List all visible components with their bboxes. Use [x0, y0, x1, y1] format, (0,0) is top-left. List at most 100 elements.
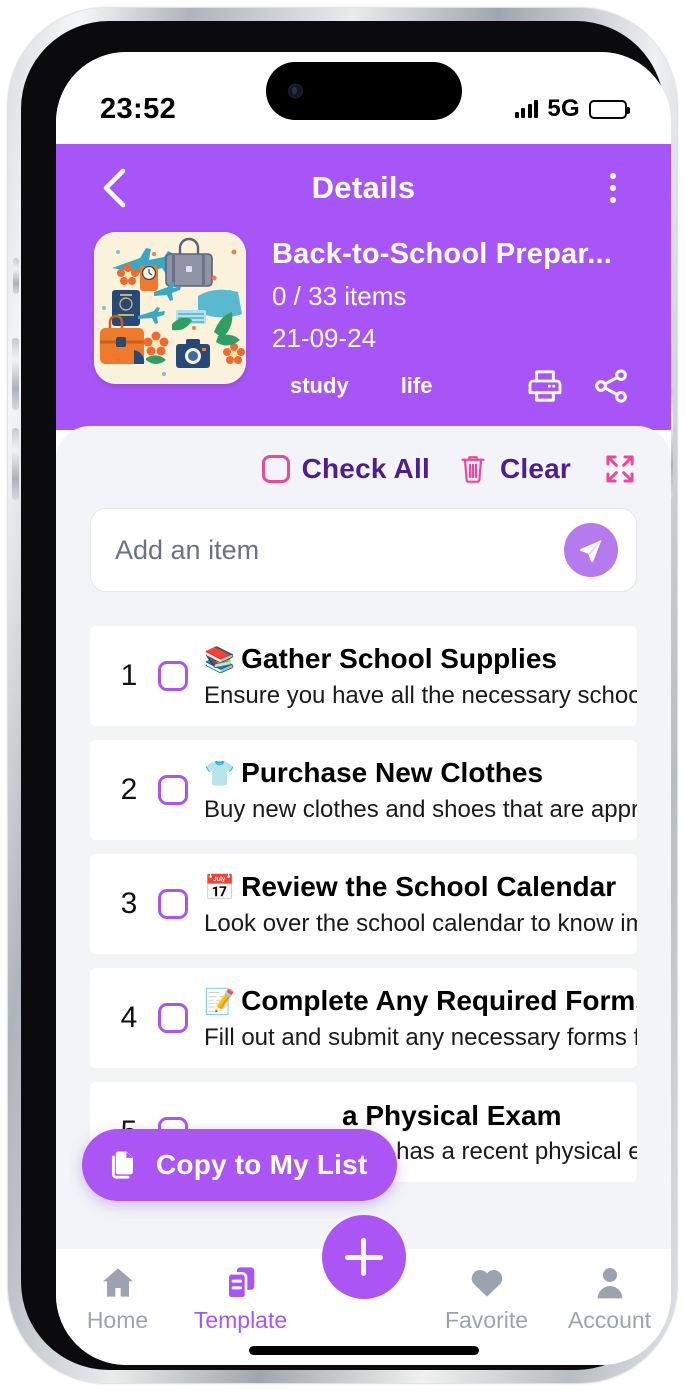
app-root: Details Back-to-School Prepar... 0 / 33 … [56, 144, 671, 1365]
checklist: 1 📚 Gather School Supplies Ensure you hav… [56, 626, 671, 1182]
item-title: 📅 Review the School Calendar [204, 871, 616, 902]
page-title: Details [311, 170, 416, 205]
tab-favorite[interactable]: Favorite [425, 1263, 548, 1334]
copy-to-my-list-button[interactable]: Copy to My List [82, 1129, 398, 1201]
tab-template-label: Template [193, 1307, 288, 1333]
item-description: Ensure you have all the necessary school… [204, 681, 637, 709]
template-meta: Back-to-School Prepar... 0 / 33 items 21… [272, 232, 633, 406]
template-actions [525, 366, 633, 406]
template-summary: Back-to-School Prepar... 0 / 33 items 21… [56, 232, 671, 406]
heart-icon [471, 1270, 502, 1297]
screenshot-stage: 23:52 5G Details Back-to-School Prepar..… [0, 0, 685, 1391]
item-content: 👕 Purchase New Clothes Buy new clothes an… [204, 755, 637, 824]
item-title: 📝 Complete Any Required Forms [204, 985, 637, 1016]
list-item[interactable]: 3 📅 Review the School Calendar Look over … [90, 854, 637, 954]
tshirt-emoji-icon: 👕 [204, 760, 236, 789]
front-camera-icon [287, 83, 303, 99]
back-button[interactable] [94, 168, 134, 208]
books-emoji-icon: 📚 [204, 646, 236, 675]
network-label: 5G [547, 95, 580, 122]
more-vertical-icon[interactable] [593, 166, 633, 210]
tab-home[interactable]: Home [56, 1263, 179, 1334]
item-content: 📅 Review the School Calendar Look over th… [204, 869, 637, 938]
item-checkbox[interactable] [158, 775, 188, 805]
item-number: 4 [120, 1001, 138, 1034]
template-item-count: 0 / 33 items [272, 281, 407, 311]
clear-button[interactable]: Clear [458, 453, 571, 485]
check-all-label: Check All [301, 453, 430, 484]
item-title: 👕 Purchase New Clothes [204, 757, 543, 788]
checkbox-empty-icon [261, 455, 290, 483]
volume-down-button[interactable] [12, 428, 19, 500]
trash-icon [461, 456, 485, 483]
tab-favorite-label: Favorite [444, 1307, 529, 1333]
volume-up-button[interactable] [12, 338, 19, 410]
send-button[interactable] [564, 523, 618, 577]
add-fab-button[interactable] [321, 1215, 406, 1299]
item-checkbox[interactable] [158, 889, 188, 919]
item-checkbox[interactable] [158, 661, 188, 691]
travel-pattern-thumbnail[interactable] [94, 232, 246, 384]
phone-screen: 23:52 5G Details Back-to-School Prepar..… [56, 52, 671, 1365]
phone-frame: 23:52 5G Details Back-to-School Prepar..… [8, 8, 677, 1383]
send-paper-plane-icon [580, 540, 602, 563]
item-title-text: Gather School Supplies [241, 643, 557, 675]
item-title-text: a Physical Exam [342, 1099, 562, 1131]
template-tags-actions: study life [272, 366, 633, 406]
calendar-emoji-icon: 📅 [204, 874, 236, 903]
item-checkbox[interactable] [158, 1003, 188, 1033]
check-all-button[interactable]: Check All [261, 453, 430, 485]
status-indicators: 5G [514, 95, 630, 123]
list-toolbar: Check All Clear [56, 426, 671, 486]
home-icon [102, 1268, 133, 1297]
item-description: Fill out and submit any necessary forms … [204, 1023, 637, 1051]
copy-to-my-list-label: Copy to My List [156, 1149, 368, 1180]
tag-study[interactable]: study [290, 373, 349, 399]
list-item[interactable]: 1 📚 Gather School Supplies Ensure you hav… [90, 626, 637, 726]
tab-template[interactable]: Template [179, 1263, 302, 1334]
list-item[interactable]: 2 👕 Purchase New Clothes Buy new clothes … [90, 740, 637, 840]
printer-icon[interactable] [525, 366, 565, 406]
item-description: Buy new clothes and shoes that are appro… [204, 795, 637, 823]
list-item[interactable]: 4 📝 Complete Any Required Forms Fill out … [90, 968, 637, 1068]
tab-home-label: Home [86, 1307, 149, 1333]
item-number: 3 [120, 887, 138, 920]
item-number: 1 [120, 659, 138, 692]
tab-account-label: Account [567, 1307, 652, 1333]
mute-switch[interactable] [13, 258, 19, 294]
item-description: Look over the school calendar to know im… [204, 909, 637, 937]
phone-bezel: 23:52 5G Details Back-to-School Prepar..… [21, 21, 671, 1370]
app-header: Details Back-to-School Prepar... 0 / 33 … [56, 144, 671, 430]
person-icon [597, 1268, 622, 1299]
item-title: 📚 Gather School Supplies [204, 643, 557, 674]
expand-fullscreen-icon[interactable] [603, 452, 637, 486]
item-number: 2 [120, 773, 138, 806]
add-item-row [90, 508, 637, 592]
copy-icon [111, 1151, 133, 1179]
add-item-box[interactable] [90, 508, 637, 592]
item-content: 📚 Gather School Supplies Ensure you have … [204, 641, 637, 710]
item-title-text: Complete Any Required Forms [241, 985, 637, 1017]
share-icon[interactable] [591, 366, 631, 406]
memo-emoji-icon: 📝 [204, 988, 236, 1017]
battery-full-icon [589, 99, 630, 119]
template-tags: study life [272, 373, 432, 399]
template-icon [225, 1267, 254, 1300]
navigation-bar: Details [56, 144, 671, 232]
tag-life[interactable]: life [401, 373, 433, 399]
dynamic-island [265, 62, 462, 120]
item-content: 📝 Complete Any Required Forms Fill out an… [204, 983, 637, 1052]
bottom-navigation: Home Template Favorite Account [56, 1215, 671, 1365]
chevron-left-icon [103, 168, 126, 208]
home-indicator [248, 1346, 479, 1355]
content-sheet: Check All Clear Add an item 1 📚 Gather S… [56, 426, 671, 1249]
add-item-input[interactable] [115, 534, 564, 566]
item-title: a Physical Exam [204, 1100, 561, 1131]
status-clock: 23:52 [100, 92, 177, 125]
clear-label: Clear [499, 453, 571, 484]
tab-account[interactable]: Account [548, 1263, 671, 1334]
item-title-text: Purchase New Clothes [241, 757, 544, 789]
template-title: Back-to-School Prepar... [272, 238, 612, 270]
template-date: 21-09-24 [272, 323, 377, 353]
status-bar: 23:52 5G [56, 52, 671, 144]
